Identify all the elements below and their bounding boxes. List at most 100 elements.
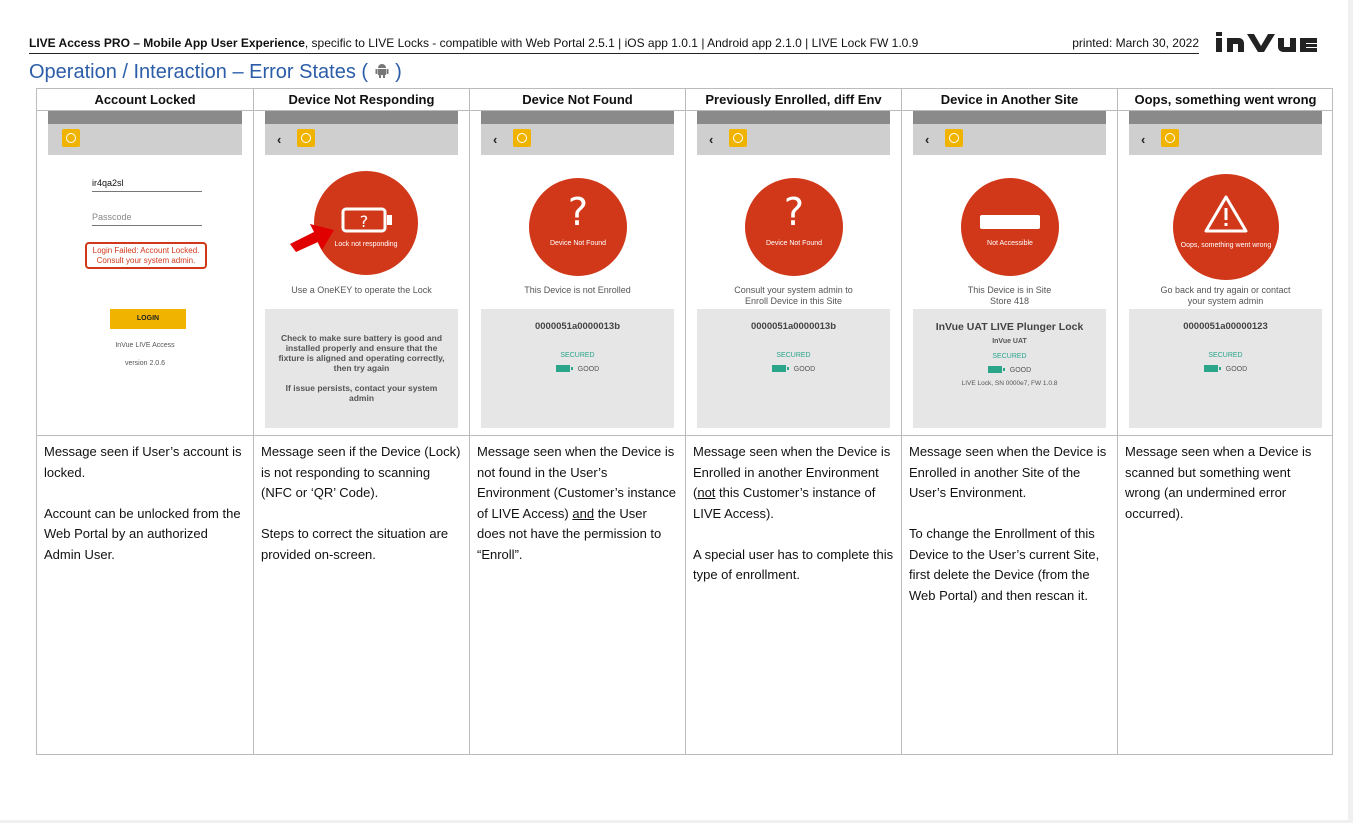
app-bar: ‹ bbox=[265, 111, 458, 155]
phone-screenshot: ‹ ? Device Not Found This Device is not … bbox=[470, 111, 685, 436]
app-logo-icon bbox=[945, 129, 963, 147]
battery-status: GOOD bbox=[481, 365, 674, 373]
question-icon: ? bbox=[783, 190, 805, 234]
status-bar bbox=[697, 111, 890, 124]
svg-text:?: ? bbox=[360, 212, 369, 231]
app-bar bbox=[48, 111, 242, 155]
status-bar bbox=[265, 111, 458, 124]
battery-status: GOOD bbox=[697, 365, 890, 373]
site-name: Store 418 bbox=[989, 296, 1030, 306]
back-icon[interactable]: ‹ bbox=[493, 132, 497, 147]
page-title: Operation / Interaction – Error States (… bbox=[29, 61, 402, 83]
device-serial: 0000051a0000013b bbox=[534, 321, 621, 332]
app-bar: ‹ bbox=[1129, 111, 1322, 155]
phone-screenshot: ir4qa2sl Passcode Login Failed: Account … bbox=[37, 111, 253, 436]
column-description: Message seen if the Device (Lock) is not… bbox=[261, 444, 461, 562]
app-logo-icon bbox=[62, 129, 80, 147]
app-bar: ‹ bbox=[697, 111, 890, 155]
column-heading: Device Not Responding bbox=[254, 89, 469, 111]
site-text: This Device is in Site bbox=[967, 285, 1052, 295]
back-icon[interactable]: ‹ bbox=[1141, 132, 1145, 147]
circle-text: Device Not Found bbox=[549, 240, 607, 247]
red-arrow-icon bbox=[288, 220, 336, 259]
device-panel: 0000051a0000013b SECURED GOOD bbox=[481, 309, 674, 428]
app-logo-icon bbox=[297, 129, 315, 147]
document-page: LIVE Access PRO – Mobile App User Experi… bbox=[0, 0, 1348, 820]
battery-status: GOOD bbox=[913, 366, 1106, 374]
secured-status: SECURED bbox=[560, 352, 595, 359]
column-description: Message seen when the Device is Enrolled… bbox=[693, 444, 894, 582]
document-header: LIVE Access PRO – Mobile App User Experi… bbox=[29, 36, 1199, 54]
passcode-field[interactable]: Passcode bbox=[92, 212, 202, 226]
status-bar bbox=[913, 111, 1106, 124]
warning-icon bbox=[1203, 194, 1249, 239]
instructions-panel: Check to make sure battery is good and i… bbox=[265, 309, 458, 428]
device-panel: 0000051a0000013b SECURED GOOD bbox=[697, 309, 890, 428]
question-icon: ? bbox=[567, 190, 589, 234]
secured-status: SECURED bbox=[1208, 352, 1243, 359]
column-description: Message seen when the Device is not foun… bbox=[477, 444, 676, 562]
circle-text: Oops, something went wrong bbox=[1180, 242, 1272, 249]
no-entry-icon bbox=[980, 215, 1040, 229]
login-error-message: Login Failed: Account Locked. Consult yo… bbox=[85, 242, 207, 269]
column-heading: Account Locked bbox=[37, 89, 253, 111]
circle-subtext: Use a OneKEY to operate the Lock bbox=[291, 285, 432, 295]
column-heading: Device Not Found bbox=[470, 89, 685, 111]
status-bar bbox=[48, 111, 242, 124]
app-version: version 2.0.6 bbox=[124, 360, 166, 367]
org-name: InVue UAT bbox=[992, 338, 1027, 345]
circle-subtext: Go back and try again or contact your sy… bbox=[1160, 285, 1291, 306]
phone-screenshot: ‹ ? Device Not Found Consult your system… bbox=[686, 111, 901, 436]
battery-question-icon: ? bbox=[341, 207, 393, 238]
device-serial: 0000051a0000013b bbox=[750, 321, 837, 332]
column-description: Message seen if User’s account is locked… bbox=[44, 444, 242, 562]
battery-icon bbox=[1203, 365, 1221, 372]
error-circle: Not Accessible bbox=[961, 178, 1059, 276]
device-panel: 0000051a00000123 SECURED GOOD bbox=[1129, 309, 1322, 428]
error-circle: ? Device Not Found bbox=[529, 178, 627, 276]
circle-subtext: This Device is not Enrolled bbox=[524, 285, 631, 295]
device-serial: 0000051a00000123 bbox=[1183, 321, 1268, 332]
column-previously-enrolled: Previously Enrolled, diff Env ‹ ? Device… bbox=[685, 89, 901, 754]
username-field[interactable]: ir4qa2sl bbox=[92, 178, 202, 192]
phone-screenshot: ‹ ? Lock not responding Use a OneKEY to … bbox=[254, 111, 469, 436]
column-description: Message seen when a Device is scanned bu… bbox=[1125, 444, 1312, 521]
device-panel: InVue UAT LIVE Plunger Lock InVue UAT SE… bbox=[913, 309, 1106, 428]
error-circle: Oops, something went wrong bbox=[1173, 174, 1279, 280]
back-icon[interactable]: ‹ bbox=[709, 132, 713, 147]
column-description: Message seen when the Device is Enrolled… bbox=[909, 444, 1107, 603]
battery-icon bbox=[555, 365, 573, 372]
battery-icon bbox=[771, 365, 789, 372]
status-bar bbox=[1129, 111, 1322, 124]
column-oops: Oops, something went wrong ‹ Oops, somet… bbox=[1117, 89, 1333, 754]
error-states-table: Account Locked ir4qa2sl Passcode Login F… bbox=[36, 88, 1333, 755]
android-icon bbox=[374, 61, 390, 78]
phone-screenshot: ‹ Oops, something went wrong Go back and… bbox=[1118, 111, 1333, 436]
secured-status: SECURED bbox=[992, 353, 1027, 360]
app-bar: ‹ bbox=[913, 111, 1106, 155]
error-circle: ? Device Not Found bbox=[745, 178, 843, 276]
column-heading: Device in Another Site bbox=[902, 89, 1117, 111]
column-device-not-found: Device Not Found ‹ ? Device Not Found Th… bbox=[469, 89, 685, 754]
printed-date: printed: March 30, 2022 bbox=[1072, 36, 1199, 50]
status-bar bbox=[481, 111, 674, 124]
app-logo-icon bbox=[513, 129, 531, 147]
device-name: InVue UAT LIVE Plunger Lock bbox=[935, 321, 1084, 333]
header-title: LIVE Access PRO – Mobile App User Experi… bbox=[29, 36, 305, 50]
column-heading: Previously Enrolled, diff Env bbox=[686, 89, 901, 111]
header-compat: , specific to LIVE Locks - compatible wi… bbox=[304, 36, 919, 50]
battery-icon bbox=[987, 366, 1005, 373]
app-logo-icon bbox=[1161, 129, 1179, 147]
column-device-another-site: Device in Another Site ‹ Not Accessible … bbox=[901, 89, 1117, 754]
secured-status: SECURED bbox=[776, 352, 811, 359]
app-name: InVue LIVE Access bbox=[115, 342, 175, 349]
battery-status: GOOD bbox=[1129, 365, 1322, 373]
back-icon[interactable]: ‹ bbox=[925, 132, 929, 147]
back-icon[interactable]: ‹ bbox=[277, 132, 281, 147]
column-account-locked: Account Locked ir4qa2sl Passcode Login F… bbox=[37, 89, 253, 754]
column-device-not-responding: Device Not Responding ‹ ? Lock not respo… bbox=[253, 89, 469, 754]
circle-subtext: Consult your system admin to Enroll Devi… bbox=[734, 285, 853, 306]
login-button[interactable]: LOGIN bbox=[110, 309, 186, 329]
column-heading: Oops, something went wrong bbox=[1118, 89, 1333, 111]
firmware-info: LIVE Lock, SN 0000e7, FW 1.0.8 bbox=[961, 380, 1058, 387]
